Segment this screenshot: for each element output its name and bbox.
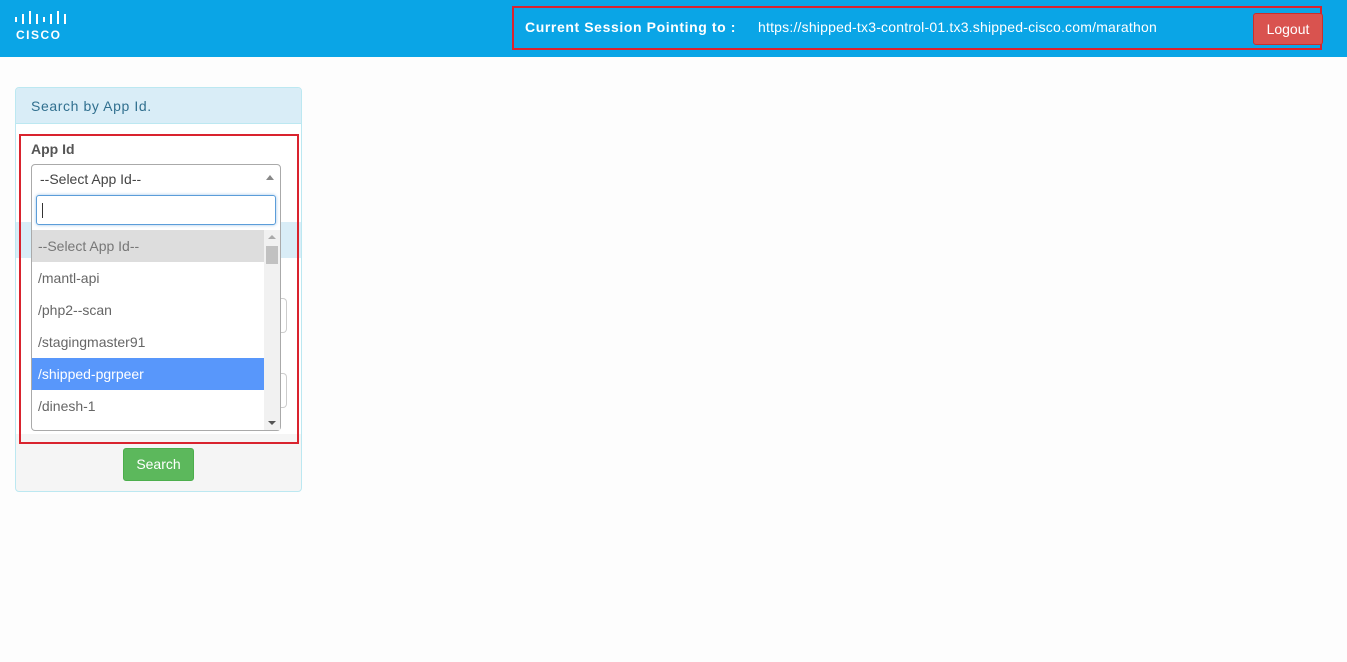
app-id-dropdown: --Select App Id-- /mantl-api /php2--scan… xyxy=(31,191,281,431)
app-id-label: App Id xyxy=(31,141,75,157)
scroll-down-icon[interactable] xyxy=(268,421,276,425)
text-cursor xyxy=(42,203,43,218)
scroll-thumb[interactable] xyxy=(266,246,278,264)
logout-button[interactable]: Logout xyxy=(1253,13,1323,45)
logo-text: CISCO xyxy=(16,28,62,42)
option-item[interactable]: --Select App Id-- xyxy=(32,230,264,262)
panel-title: Search by App Id. xyxy=(31,98,152,114)
options-list: --Select App Id-- /mantl-api /php2--scan… xyxy=(32,230,264,430)
caret-up-icon xyxy=(266,175,274,180)
cisco-bars-icon xyxy=(15,11,66,24)
cisco-logo[interactable]: CISCO xyxy=(14,11,70,42)
select-value: --Select App Id-- xyxy=(40,171,142,187)
option-item[interactable]: /dinesh-1 xyxy=(32,390,264,422)
session-info: Current Session Pointing to : https://sh… xyxy=(512,6,1323,50)
option-item[interactable]: /php2--scan xyxy=(32,294,264,326)
search-button[interactable]: Search xyxy=(123,448,194,481)
panel-heading: Search by App Id. xyxy=(16,88,301,124)
app-id-select[interactable]: --Select App Id-- xyxy=(31,164,281,192)
scroll-up-icon[interactable] xyxy=(268,235,276,239)
option-item-highlighted[interactable]: /shipped-pgrpeer xyxy=(32,358,264,390)
option-item[interactable]: /stagingmaster91 xyxy=(32,326,264,358)
option-item[interactable]: /mantl-api xyxy=(32,262,264,294)
session-label: Current Session Pointing to : xyxy=(525,19,737,35)
dropdown-search-input[interactable] xyxy=(36,195,276,225)
dropdown-scrollbar[interactable] xyxy=(264,230,280,430)
top-navbar: CISCO Current Session Pointing to : http… xyxy=(0,0,1347,57)
session-url: https://shipped-tx3-control-01.tx3.shipp… xyxy=(758,19,1157,35)
